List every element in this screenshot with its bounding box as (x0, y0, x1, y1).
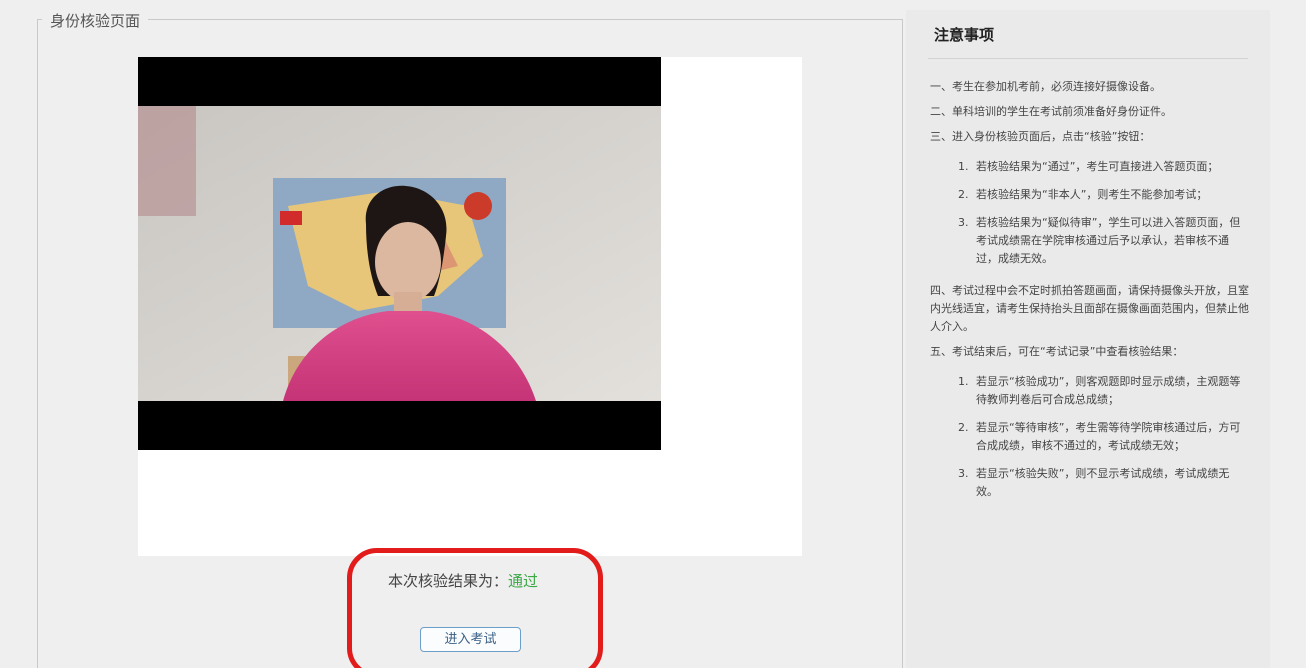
notes-subitem: 3. 若显示“核验失败”，则不显示考试成绩，考试成绩无效。 (958, 467, 1230, 498)
notes-body: 一、考生在参加机考前，必须连接好摄像设备。 二、单科培训的学生在考试前须准备好身… (930, 78, 1250, 515)
notes-item-3: 三、进入身份核验页面后，点击“核验”按钮： (930, 130, 1151, 143)
notes-subitem: 1. 若核验结果为“通过”，考生可直接进入答题页面； (958, 160, 1219, 173)
notes-subitem: 2. 若核验结果为“非本人”，则考生不能参加考试； (958, 188, 1208, 201)
notes-panel: 注意事项 一、考生在参加机考前，必须连接好摄像设备。 二、单科培训的学生在考试前… (906, 10, 1270, 668)
notes-title: 注意事项 (934, 26, 995, 44)
notes-item-1: 一、考生在参加机考前，必须连接好摄像设备。 (930, 80, 1161, 93)
notes-subitem: 3. 若核验结果为“疑似待审”，学生可以进入答题页面，但考试成绩需在学院审核通过后… (958, 216, 1241, 265)
camera-feed (138, 57, 661, 450)
camera-frame (138, 57, 802, 556)
highlight-annotation (347, 548, 603, 668)
notes-item-4: 四、考试过程中会不定时抓拍答题画面，请保持摄像头开放，且室内光线适宜，请考生保持… (930, 284, 1249, 333)
verify-legend: 身份核验页面 (42, 10, 149, 31)
notes-item-2: 二、单科培训的学生在考试前须准备好身份证件。 (930, 105, 1172, 118)
notes-sublist-3: 1. 若核验结果为“通过”，考生可直接进入答题页面； 2. 若核验结果为“非本人”，… (930, 158, 1250, 268)
notes-subitem: 1. 若显示“核验成功”，则客观题即时显示成绩，主观题等待教师判卷后可合成总成绩； (958, 375, 1241, 406)
notes-sublist-5: 1. 若显示“核验成功”，则客观题即时显示成绩，主观题等待教师判卷后可合成总成绩；… (930, 373, 1250, 501)
notes-divider (928, 58, 1248, 59)
notes-subitem: 2. 若显示“等待审核”，考生需等待学院审核通过后，方可合成成绩，审核不通过的，考… (958, 421, 1241, 452)
camera-image (138, 106, 661, 401)
notes-item-5: 五、考试结束后，可在“考试记录”中查看核验结果： (930, 345, 1184, 358)
